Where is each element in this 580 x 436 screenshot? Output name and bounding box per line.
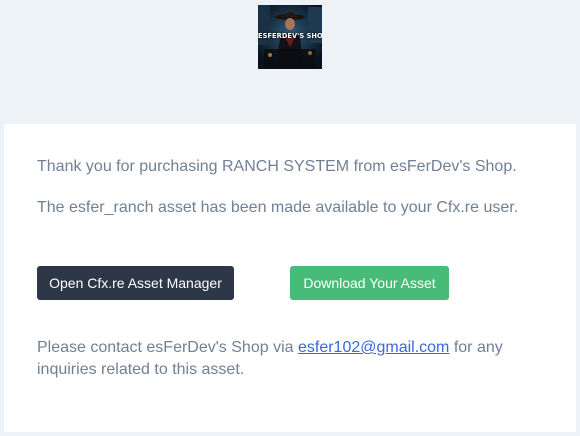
contact-message: Please contact esFerDev's Shop via esfer…: [37, 337, 547, 381]
thanks-message: Thank you for purchasing RANCH SYSTEM fr…: [37, 158, 517, 175]
download-asset-button[interactable]: Download Your Asset: [290, 266, 449, 300]
logo-text: ESFERDEV'S SHOP: [258, 32, 322, 40]
availability-message: The esfer_ranch asset has been made avai…: [37, 199, 519, 216]
contact-prefix: Please contact esFerDev's Shop via: [37, 339, 298, 356]
email-card: Thank you for purchasing RANCH SYSTEM fr…: [4, 124, 576, 432]
shop-logo: ESFERDEV'S SHOP: [258, 5, 322, 69]
open-asset-manager-button[interactable]: Open Cfx.re Asset Manager: [37, 266, 234, 300]
contact-email-link[interactable]: esfer102@gmail.com: [298, 339, 449, 356]
